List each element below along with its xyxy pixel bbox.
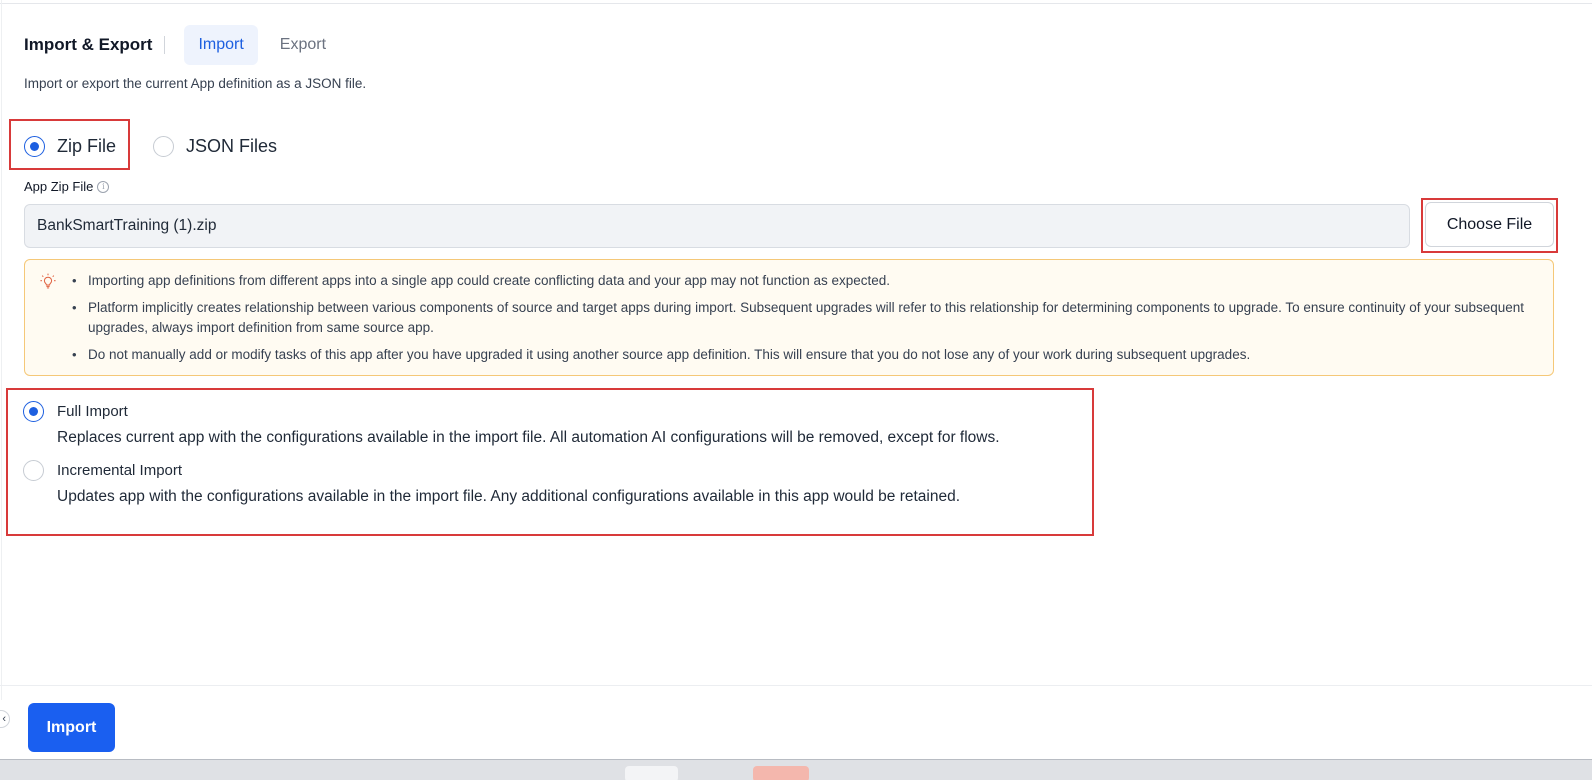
incremental-import-radio[interactable] [23,460,44,481]
page-subtitle: Import or export the current App definit… [24,76,367,91]
notice-item: Do not manually add or modify tasks of t… [72,345,1538,365]
page-header: Import & Export Import Export [24,25,348,65]
field-label-text: App Zip File [24,179,94,194]
notice-item: Importing app definitions from different… [72,271,1538,291]
lightbulb-icon [40,273,56,289]
zip-file-radio[interactable] [24,135,45,157]
json-files-option[interactable]: JSON Files [153,134,277,158]
full-import-option[interactable]: Full Import [23,401,128,422]
left-divider [1,0,2,700]
zip-file-field[interactable]: BankSmartTraining (1).zip [24,204,1410,248]
zip-file-option[interactable]: Zip File [24,134,116,158]
incremental-import-description: Updates app with the configurations avai… [57,488,961,505]
notice-list: Importing app definitions from different… [72,271,1538,372]
taskbar-item[interactable] [753,766,809,780]
taskbar-item[interactable] [625,766,678,780]
zip-file-label: Zip File [57,135,117,156]
import-button[interactable]: Import [28,703,115,752]
info-icon[interactable]: i [97,180,110,193]
choose-file-button[interactable]: Choose File [1425,202,1554,247]
full-import-label: Full Import [57,403,128,420]
notice-item: Platform implicitly creates relationship… [72,298,1538,338]
taskbar [0,759,1592,780]
incremental-import-option[interactable]: Incremental Import [23,460,182,481]
json-files-label: JSON Files [186,135,278,156]
footer-divider [0,685,1592,686]
top-divider [0,0,1592,4]
chevron-left-icon[interactable]: ‹ [0,710,10,728]
json-files-radio[interactable] [153,135,174,157]
full-import-radio[interactable] [23,401,44,422]
app-zip-file-label: App Zip File i [24,179,110,194]
header-separator [164,36,166,54]
page-title: Import & Export [24,35,153,54]
incremental-import-label: Incremental Import [57,462,183,479]
tab-import[interactable]: Import [184,25,258,65]
import-notice: Importing app definitions from different… [24,259,1554,376]
full-import-description: Replaces current app with the configurat… [57,429,1000,446]
tab-export[interactable]: Export [266,25,340,65]
